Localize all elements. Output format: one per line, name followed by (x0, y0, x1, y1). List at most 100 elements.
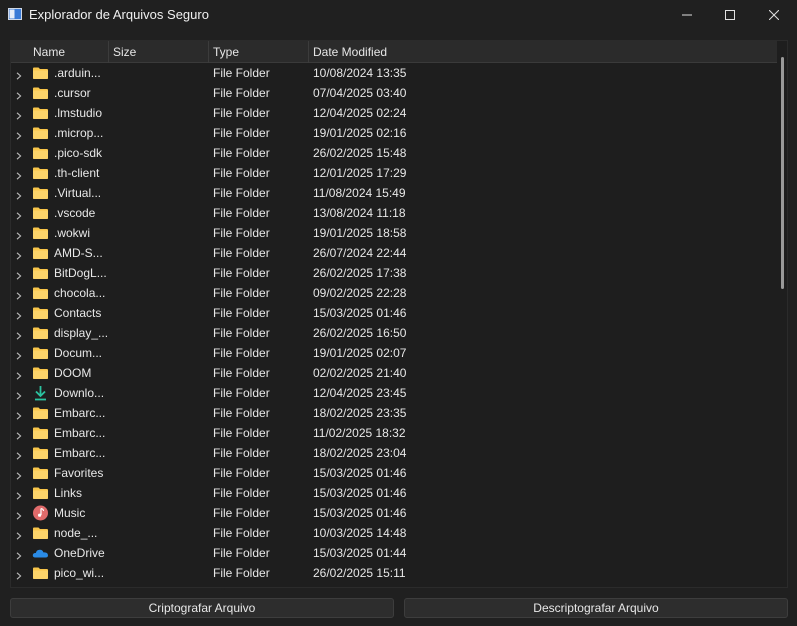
tree-row[interactable]: DOOM File Folder 02/02/2025 21:40 (11, 363, 777, 383)
row-name: chocola... (54, 286, 106, 300)
tree-row[interactable]: Docum... File Folder 19/01/2025 02:07 (11, 343, 777, 363)
tree-row[interactable]: Links File Folder 15/03/2025 01:46 (11, 483, 777, 503)
tree-row[interactable]: AMD-S... File Folder 26/07/2024 22:44 (11, 243, 777, 263)
row-date-modified: 26/02/2025 15:11 (313, 566, 406, 580)
expand-arrow-icon[interactable] (16, 349, 22, 360)
row-name: .vscode (54, 206, 96, 220)
tree-row[interactable]: Downlo... File Folder 12/04/2025 23:45 (11, 383, 777, 403)
row-name: DOOM (54, 366, 92, 380)
folder-icon (32, 485, 49, 501)
folder-icon (32, 365, 49, 381)
tree-row[interactable]: Embarc... File Folder 11/02/2025 18:32 (11, 423, 777, 443)
column-header-name[interactable]: Name (29, 41, 109, 63)
tree-row[interactable]: pico_wi... File Folder 26/02/2025 15:11 (11, 563, 777, 583)
vertical-scrollbar[interactable] (777, 41, 787, 587)
scrollbar-thumb[interactable] (781, 57, 784, 289)
expand-arrow-icon[interactable] (16, 549, 22, 560)
row-date-modified: 26/02/2025 15:48 (313, 146, 407, 160)
expand-arrow-icon[interactable] (16, 429, 22, 440)
row-date-modified: 10/03/2025 14:48 (313, 526, 407, 540)
tree-row[interactable]: .lmstudio File Folder 12/04/2025 02:24 (11, 103, 777, 123)
minimize-icon (682, 14, 692, 16)
row-type: File Folder (213, 166, 270, 180)
expand-arrow-icon[interactable] (16, 249, 22, 260)
folder-icon (32, 425, 49, 441)
tree-row[interactable]: .th-client File Folder 12/01/2025 17:29 (11, 163, 777, 183)
tree-row[interactable]: Embarc... File Folder 18/02/2025 23:35 (11, 403, 777, 423)
close-button[interactable] (751, 0, 797, 30)
maximize-button[interactable] (707, 0, 753, 30)
expand-arrow-icon[interactable] (16, 449, 22, 460)
expand-arrow-icon[interactable] (16, 329, 22, 340)
tree-row[interactable]: BitDogL... File Folder 26/02/2025 17:38 (11, 263, 777, 283)
tree-row[interactable]: Contacts File Folder 15/03/2025 01:46 (11, 303, 777, 323)
tree-row[interactable]: .pico-sdk File Folder 26/02/2025 15:48 (11, 143, 777, 163)
expand-arrow-icon[interactable] (16, 209, 22, 220)
folder-icon (32, 305, 49, 321)
tree-row[interactable]: .Virtual... File Folder 11/08/2024 15:49 (11, 183, 777, 203)
row-name: .cursor (54, 86, 91, 100)
tree-rows: .arduin... File Folder 10/08/2024 13:35 .cu… (11, 63, 777, 587)
row-type: File Folder (213, 186, 270, 200)
file-tree-view[interactable]: Name Size Type Date Modified .arduin... F… (10, 40, 788, 588)
row-type: File Folder (213, 306, 270, 320)
expand-arrow-icon[interactable] (16, 369, 22, 380)
expand-arrow-icon[interactable] (16, 289, 22, 300)
expand-arrow-icon[interactable] (16, 89, 22, 100)
tree-row[interactable]: Embarc... File Folder 18/02/2025 23:04 (11, 443, 777, 463)
onedrive-icon (32, 545, 49, 561)
column-header-size[interactable]: Size (109, 41, 209, 63)
row-date-modified: 19/01/2025 02:16 (313, 126, 407, 140)
folder-icon (32, 345, 49, 361)
row-type: File Folder (213, 266, 270, 280)
row-type: File Folder (213, 106, 270, 120)
expand-arrow-icon[interactable] (16, 269, 22, 280)
expand-arrow-icon[interactable] (16, 529, 22, 540)
expand-arrow-icon[interactable] (16, 469, 22, 480)
row-date-modified: 12/01/2025 17:29 (313, 166, 407, 180)
tree-row[interactable]: .wokwi File Folder 19/01/2025 18:58 (11, 223, 777, 243)
row-type: File Folder (213, 346, 270, 360)
tree-row[interactable]: Music File Folder 15/03/2025 01:46 (11, 503, 777, 523)
row-name: .Virtual... (54, 186, 102, 200)
tree-row[interactable]: Favorites File Folder 15/03/2025 01:46 (11, 463, 777, 483)
tree-row[interactable]: OneDrive File Folder 15/03/2025 01:44 (11, 543, 777, 563)
tree-row[interactable]: chocola... File Folder 09/02/2025 22:28 (11, 283, 777, 303)
row-type: File Folder (213, 286, 270, 300)
tree-row[interactable]: .microp... File Folder 19/01/2025 02:16 (11, 123, 777, 143)
row-date-modified: 10/08/2024 13:35 (313, 66, 407, 80)
expand-arrow-icon[interactable] (16, 489, 22, 500)
expand-arrow-icon[interactable] (16, 69, 22, 80)
app-icon (8, 8, 22, 20)
tree-row[interactable]: .cursor File Folder 07/04/2025 03:40 (11, 83, 777, 103)
expand-arrow-icon[interactable] (16, 169, 22, 180)
expand-arrow-icon[interactable] (16, 189, 22, 200)
folder-icon (32, 125, 49, 141)
maximize-icon (725, 10, 735, 20)
row-type: File Folder (213, 486, 270, 500)
expand-arrow-icon[interactable] (16, 229, 22, 240)
row-date-modified: 26/02/2025 16:50 (313, 326, 407, 340)
row-date-modified: 15/03/2025 01:46 (313, 486, 407, 500)
expand-arrow-icon[interactable] (16, 109, 22, 120)
tree-row[interactable] (11, 583, 777, 587)
column-header-date-modified[interactable]: Date Modified (309, 41, 777, 63)
tree-row[interactable]: .arduin... File Folder 10/08/2024 13:35 (11, 63, 777, 83)
expand-arrow-icon[interactable] (16, 309, 22, 320)
row-date-modified: 26/07/2024 22:44 (313, 246, 407, 260)
expand-arrow-icon[interactable] (16, 129, 22, 140)
expand-arrow-icon[interactable] (16, 509, 22, 520)
folder-icon (32, 325, 49, 341)
expand-arrow-icon[interactable] (16, 389, 22, 400)
decrypt-file-button[interactable]: Descriptografar Arquivo (404, 598, 788, 618)
expand-arrow-icon[interactable] (16, 149, 22, 160)
encrypt-file-button[interactable]: Criptografar Arquivo (10, 598, 394, 618)
row-date-modified: 18/02/2025 23:04 (313, 446, 407, 460)
column-header-type[interactable]: Type (209, 41, 309, 63)
tree-row[interactable]: node_... File Folder 10/03/2025 14:48 (11, 523, 777, 543)
expand-arrow-icon[interactable] (16, 569, 22, 580)
minimize-button[interactable] (664, 0, 710, 30)
expand-arrow-icon[interactable] (16, 409, 22, 420)
tree-row[interactable]: .vscode File Folder 13/08/2024 11:18 (11, 203, 777, 223)
tree-row[interactable]: display_... File Folder 26/02/2025 16:50 (11, 323, 777, 343)
